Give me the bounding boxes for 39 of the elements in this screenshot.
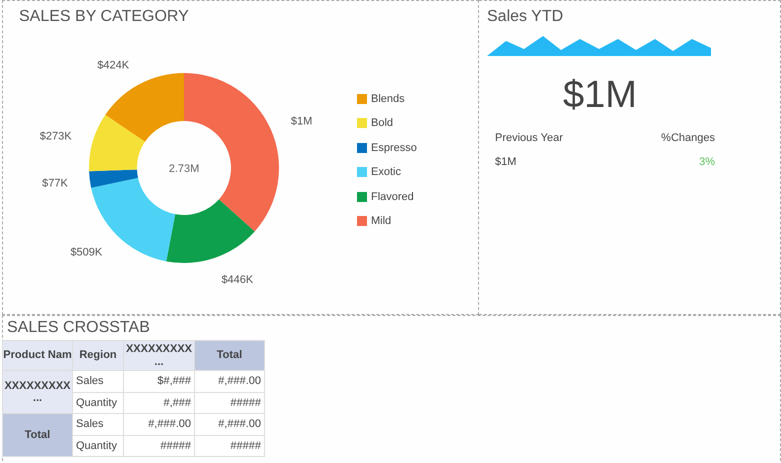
row-header: Total bbox=[2, 414, 72, 457]
column-label: %Changes bbox=[660, 131, 715, 146]
previous-year-value: $1M bbox=[495, 154, 518, 170]
legend-label: Espresso bbox=[371, 140, 417, 156]
panel-title: SALES CROSSTAB bbox=[7, 320, 151, 336]
table-cell: $#,### bbox=[124, 370, 194, 392]
slice-value-label: $77K bbox=[42, 177, 68, 190]
table-cell: ##### bbox=[194, 435, 264, 457]
legend-label: Mild bbox=[371, 214, 392, 229]
legend-label: Bold bbox=[371, 116, 394, 131]
column-label: Previous Year bbox=[495, 131, 564, 146]
legend-label: Flavored bbox=[371, 190, 414, 204]
column-header: Product Nam bbox=[2, 340, 72, 371]
slice-value-label: $273K bbox=[40, 130, 72, 143]
donut-total-label: 2.73M bbox=[168, 163, 200, 175]
table-cell: ##### bbox=[194, 392, 264, 414]
panel-title: Sales YTD bbox=[487, 9, 564, 25]
table-cell: #,###.00 bbox=[124, 414, 194, 436]
table-cell: Quantity bbox=[72, 435, 124, 457]
table-cell: #,###.00 bbox=[194, 370, 264, 392]
table-cell: Quantity bbox=[72, 392, 124, 414]
column-header: XXXXXXXXX ... bbox=[124, 340, 194, 371]
column-header: Total bbox=[194, 340, 264, 371]
panel-title: SALES BY CATEGORY bbox=[19, 9, 190, 25]
slice-value-label: $1M bbox=[290, 115, 312, 128]
slice-value-label: $424K bbox=[97, 60, 130, 72]
table-cell: ##### bbox=[124, 435, 194, 457]
row-header: XXXXXXXXX ... bbox=[2, 370, 72, 414]
ytd-value: $1M bbox=[563, 76, 637, 114]
table-cell: Sales bbox=[72, 414, 124, 436]
table-cell: Sales bbox=[72, 370, 124, 392]
table-cell: #,### bbox=[124, 392, 194, 414]
slice-value-label: $446K bbox=[221, 274, 254, 286]
column-header: Region bbox=[72, 340, 124, 371]
change-value: 3% bbox=[698, 154, 715, 170]
table-cell: #,###.00 bbox=[194, 414, 264, 436]
slice-value-label: $509K bbox=[70, 246, 102, 259]
legend-label: Blends bbox=[371, 92, 405, 106]
legend-label: Exotic bbox=[371, 165, 401, 180]
